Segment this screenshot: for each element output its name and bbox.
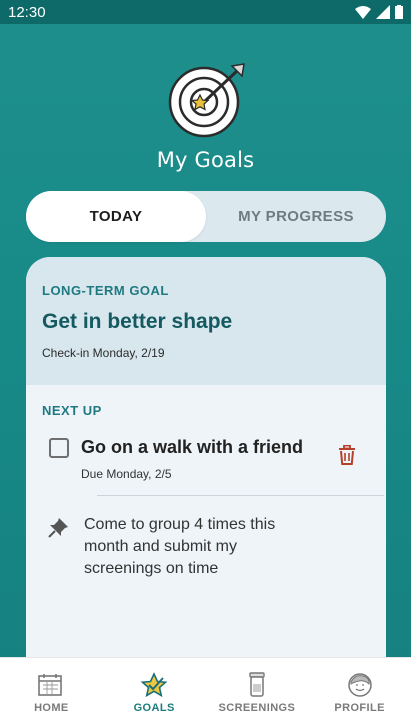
pinned-item[interactable]: Come to group 4 times this month and sub…: [42, 514, 370, 580]
cup-icon: [249, 672, 265, 697]
status-icons: [355, 5, 403, 19]
long-term-goal-title[interactable]: Get in better shape: [42, 310, 370, 334]
task-due-date: Due Monday, 2/5: [81, 467, 172, 481]
target-icon: [166, 62, 246, 142]
tab-label-home: HOME: [34, 702, 69, 714]
next-up-label: NEXT UP: [42, 403, 102, 418]
checkin-date: Check-in Monday, 2/19: [42, 346, 165, 360]
person-icon: [347, 673, 372, 697]
status-bar: 12:30: [0, 0, 411, 24]
page-title: My Goals: [156, 148, 255, 172]
long-term-goal-label: LONG-TERM GOAL: [42, 283, 169, 298]
tab-label-profile: PROFILE: [334, 702, 385, 714]
task-title: Go on a walk with a friend: [81, 437, 304, 457]
divider: [97, 495, 384, 496]
tab-label-screenings: SCREENINGS: [218, 702, 296, 714]
task-checkbox[interactable]: [49, 438, 69, 458]
task-item: Go on a walk with a friend Due Monday, 2…: [42, 437, 370, 481]
tab-goals[interactable]: GOALS: [103, 658, 206, 726]
tab-label-goals: GOALS: [133, 702, 175, 714]
tab-home[interactable]: HOME: [0, 658, 103, 726]
task-text: Go on a walk with a friend Due Monday, 2…: [81, 437, 370, 481]
calendar-icon: [38, 674, 63, 696]
long-term-goal-section: LONG-TERM GOAL Get in better shape Check…: [26, 257, 386, 385]
goals-card: LONG-TERM GOAL Get in better shape Check…: [26, 257, 386, 677]
status-time: 12:30: [8, 3, 46, 21]
header: My Goals: [0, 62, 411, 172]
trash-icon[interactable]: [338, 444, 356, 470]
pin-icon: [48, 516, 74, 580]
star-icon: [140, 672, 168, 698]
wifi-icon: [355, 5, 371, 19]
tab-my-progress[interactable]: MY PROGRESS: [206, 191, 386, 242]
bottom-tab-bar: HOME GOALS SCREENINGS PROFILE: [0, 657, 411, 726]
tab-today[interactable]: TODAY: [26, 191, 206, 242]
pinned-text: Come to group 4 times this month and sub…: [84, 516, 276, 577]
tab-screenings[interactable]: SCREENINGS: [206, 658, 309, 726]
signal-icon: [376, 5, 390, 19]
tab-profile[interactable]: PROFILE: [308, 658, 411, 726]
next-up-section: NEXT UP Go on a walk with a friend Due M…: [26, 385, 386, 580]
segmented-control: TODAY MY PROGRESS: [26, 191, 386, 242]
battery-icon: [395, 5, 403, 19]
